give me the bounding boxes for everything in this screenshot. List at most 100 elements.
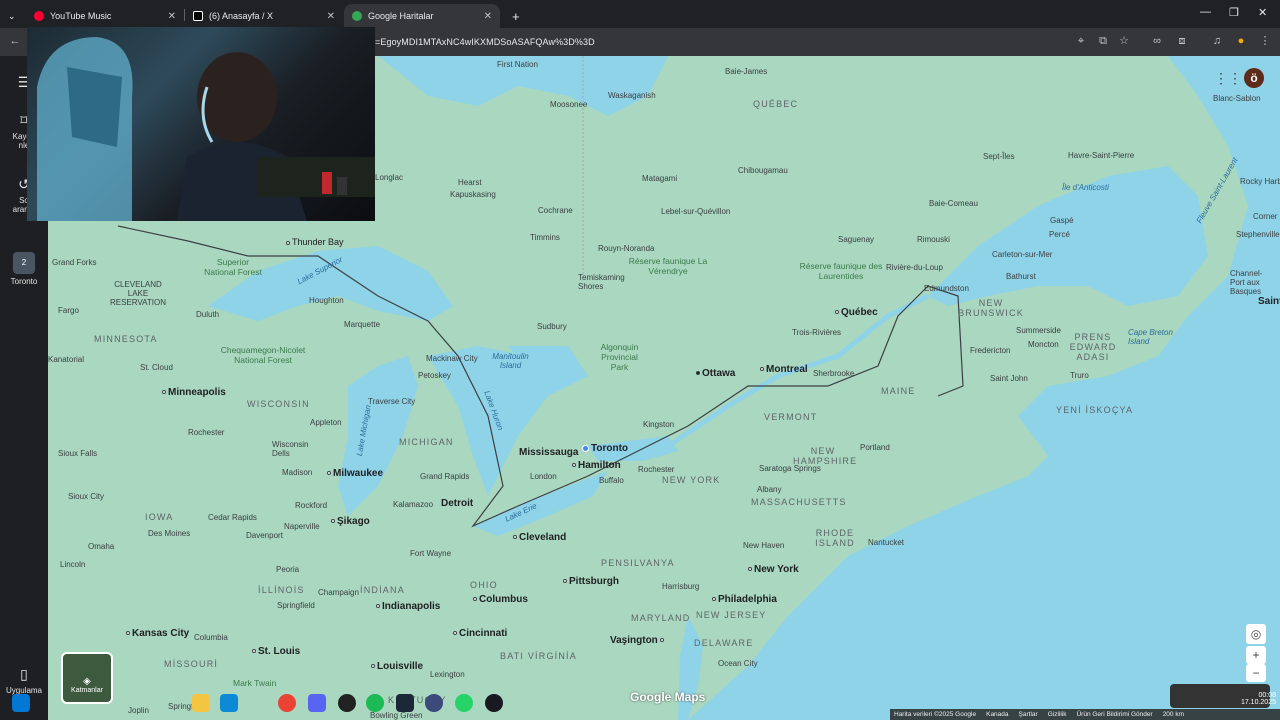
map-label: Joplin	[128, 706, 149, 715]
minimize-icon[interactable]: —	[1200, 6, 1211, 18]
close-tab-icon[interactable]: ✕	[327, 11, 335, 22]
map-label: Algonquin Provincial Park	[600, 342, 639, 372]
whatsapp-icon[interactable]	[455, 694, 473, 712]
recent-place-toronto[interactable]: 2 Toronto	[0, 252, 48, 286]
spotify-icon[interactable]	[366, 694, 384, 712]
map-label: Columbia	[194, 633, 228, 642]
media-control-icon[interactable]: ♫	[1210, 34, 1224, 48]
map-label: Albany	[757, 485, 782, 494]
map-label: New Haven	[743, 541, 785, 550]
browser-tab-bar: ⌄ YouTube Music ✕ (6) Anasayfa / X ✕ Goo…	[0, 0, 1280, 28]
map-label: Cape Breton Island	[1128, 328, 1173, 346]
map-label: Superior National Forest	[204, 257, 262, 277]
discord-icon[interactable]	[308, 694, 326, 712]
system-clock[interactable]: 00:08 17.10.2025	[1236, 692, 1276, 706]
map-label: Baie-Comeau	[929, 199, 978, 208]
map-label: Lincoln	[60, 560, 86, 569]
map-label: Saint M	[1258, 296, 1280, 307]
tab-google-maps[interactable]: Google Haritalar ✕	[344, 4, 500, 28]
file-explorer-icon[interactable]	[192, 694, 210, 712]
zoom-out-button[interactable]: −	[1246, 664, 1266, 682]
tab-search-button[interactable]: ⌄	[0, 4, 26, 28]
google-apps-icon[interactable]: ⋮⋮	[1214, 68, 1242, 88]
map-label: Summerside	[1016, 326, 1061, 335]
windows-start-icon[interactable]	[12, 694, 30, 712]
steam-icon[interactable]	[485, 694, 503, 712]
map-label: Timmins	[530, 233, 560, 242]
map-label: Carleton-sur-Mer	[992, 250, 1053, 259]
app-icon[interactable]	[425, 694, 443, 712]
close-window-icon[interactable]: ✕	[1258, 6, 1267, 19]
map-label: Ocean City	[718, 659, 758, 668]
incognito-icon[interactable]: ∞	[1150, 34, 1164, 48]
map-label: Edmundston	[924, 284, 969, 293]
map-label: Moncton	[1028, 340, 1059, 349]
scale-bar[interactable]: 200 km	[1163, 711, 1184, 718]
close-tab-icon[interactable]: ✕	[168, 11, 176, 22]
attribution-terms[interactable]: Şartlar	[1019, 711, 1038, 718]
map-label: Fredericton	[970, 346, 1011, 355]
map-label: Columbus	[473, 594, 528, 605]
attribution-privacy[interactable]: Gizlilik	[1048, 711, 1067, 718]
account-avatar[interactable]: ö	[1244, 68, 1264, 88]
chrome-icon[interactable]	[278, 694, 296, 712]
my-location-icon[interactable]: ◎	[1246, 624, 1266, 644]
attribution-country[interactable]: Kanada	[986, 711, 1008, 718]
map-label: Havre-Saint-Pierre	[1068, 151, 1135, 160]
attribution-feedback[interactable]: Ürün Geri Bildirimi Gönder	[1076, 711, 1152, 718]
map-label: Rochester	[188, 428, 225, 437]
close-tab-icon[interactable]: ✕	[484, 11, 492, 22]
map-label: Kalamazoo	[393, 500, 434, 509]
map-label: Naperville	[284, 522, 320, 531]
steam-icon[interactable]	[396, 694, 414, 712]
map-label: Şikago	[331, 516, 370, 527]
maximize-icon[interactable]: ❐	[1229, 6, 1239, 19]
clock-date: 17.10.2025	[1240, 699, 1276, 706]
map-label: Bowling Green	[370, 711, 423, 720]
zoom-in-button[interactable]: +	[1246, 646, 1266, 664]
attribution-copyright: Harita verileri ©2025 Google	[894, 711, 977, 718]
map-label: NEW JERSEY	[696, 610, 767, 620]
app-icon[interactable]	[338, 694, 356, 712]
map-label: Gaspé	[1050, 216, 1074, 225]
map-label: First Nation	[497, 60, 538, 69]
apps-button[interactable]: ▯ Uygulama	[0, 666, 48, 695]
map-label: Île d'Anticosti	[1062, 183, 1109, 192]
map-label: İLLİNOİS	[258, 585, 305, 595]
back-icon[interactable]: ←	[8, 34, 22, 48]
map-label: Longlac	[375, 173, 404, 182]
profile-avatar-icon[interactable]: ●	[1234, 34, 1248, 48]
install-app-icon[interactable]: ⧉	[1096, 34, 1110, 48]
tab-x[interactable]: (6) Anasayfa / X ✕	[185, 4, 343, 28]
map-label: Cleveland	[513, 532, 566, 543]
map-label: Lexington	[430, 670, 465, 679]
bookmark-star-icon[interactable]: ☆	[1117, 34, 1131, 48]
map-label: Pittsburgh	[563, 576, 619, 587]
map-label: Indianapolis	[376, 601, 440, 612]
edge-icon[interactable]	[220, 694, 238, 712]
more-options-icon[interactable]: ⋮	[1258, 34, 1272, 48]
map-label: Grand Rapids	[420, 472, 470, 481]
extensions-icon[interactable]: ⧈	[1175, 34, 1189, 48]
map-label: Cincinnati	[453, 628, 507, 639]
map-label: BATI VİRGİNİA	[500, 651, 577, 661]
place-thumbnail: 2	[13, 252, 35, 274]
tab-youtube-music[interactable]: YouTube Music ✕	[26, 4, 184, 28]
tab-title: Google Haritalar	[368, 11, 434, 21]
map-label: Wisconsin Dells	[272, 440, 309, 458]
map-label: RHODE ISLAND	[815, 528, 855, 548]
map-label: Truro	[1070, 371, 1089, 380]
map-label: Rocky Harbour	[1240, 177, 1280, 186]
map-label: IOWA	[145, 512, 174, 522]
map-label: Rouyn-Noranda	[598, 244, 655, 253]
map-label: PRENS EDWARD ADASI	[1069, 332, 1117, 362]
map-label: Baie-James	[725, 67, 768, 76]
new-tab-button[interactable]: +	[504, 4, 528, 28]
map-label: Toronto	[582, 443, 628, 454]
location-icon[interactable]: ⌖	[1074, 34, 1088, 48]
map-label: Madison	[282, 468, 313, 477]
map-label: Saguenay	[838, 235, 875, 244]
map-label: Manitoulin Island	[492, 352, 529, 370]
layers-button[interactable]: ◈ Katmanlar	[61, 652, 113, 704]
address-bar[interactable]: =EgoyMDI1MTAxNC4wIKXMDSoASAFQAw%3D%3D	[375, 37, 595, 47]
